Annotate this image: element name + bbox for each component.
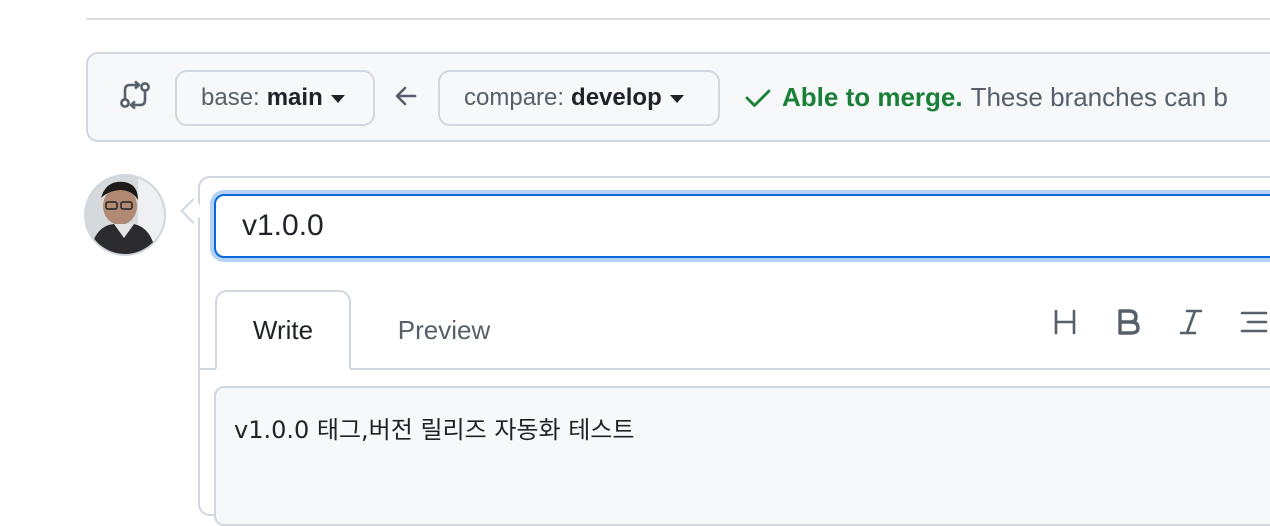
merge-status-message: These branches can b: [970, 82, 1228, 112]
avatar-image: [86, 176, 164, 254]
tab-preview[interactable]: Preview: [372, 290, 516, 370]
merge-status-label: Able to merge.: [782, 82, 963, 112]
tabs-divider: [200, 368, 1270, 370]
git-compare-icon: [120, 80, 150, 110]
avatar[interactable]: [84, 174, 166, 256]
base-branch-button[interactable]: base: main: [175, 70, 375, 126]
arrow-left-icon: [395, 86, 417, 106]
pr-body-textarea[interactable]: v1.0.0 태그,버전 릴리즈 자동화 테스트: [214, 386, 1270, 526]
list-icon[interactable]: [1238, 306, 1270, 338]
compare-branch-name: develop: [571, 84, 662, 111]
compare-branch-prefix: compare:: [464, 84, 565, 111]
caret-down-icon: [330, 95, 345, 103]
base-branch-name: main: [266, 84, 323, 111]
pr-title-input[interactable]: [214, 194, 1270, 258]
caret-down-icon: [669, 95, 684, 103]
merge-status: Able to merge. These branches can b: [744, 82, 1228, 113]
heading-icon[interactable]: [1049, 306, 1081, 338]
italic-icon[interactable]: [1175, 306, 1207, 338]
base-branch-prefix: base:: [201, 84, 260, 111]
bold-icon[interactable]: [1112, 306, 1144, 338]
tab-write[interactable]: Write: [215, 290, 351, 370]
compare-branch-button[interactable]: compare: develop: [438, 70, 720, 126]
top-divider: [86, 18, 1270, 20]
check-icon: [745, 89, 771, 107]
